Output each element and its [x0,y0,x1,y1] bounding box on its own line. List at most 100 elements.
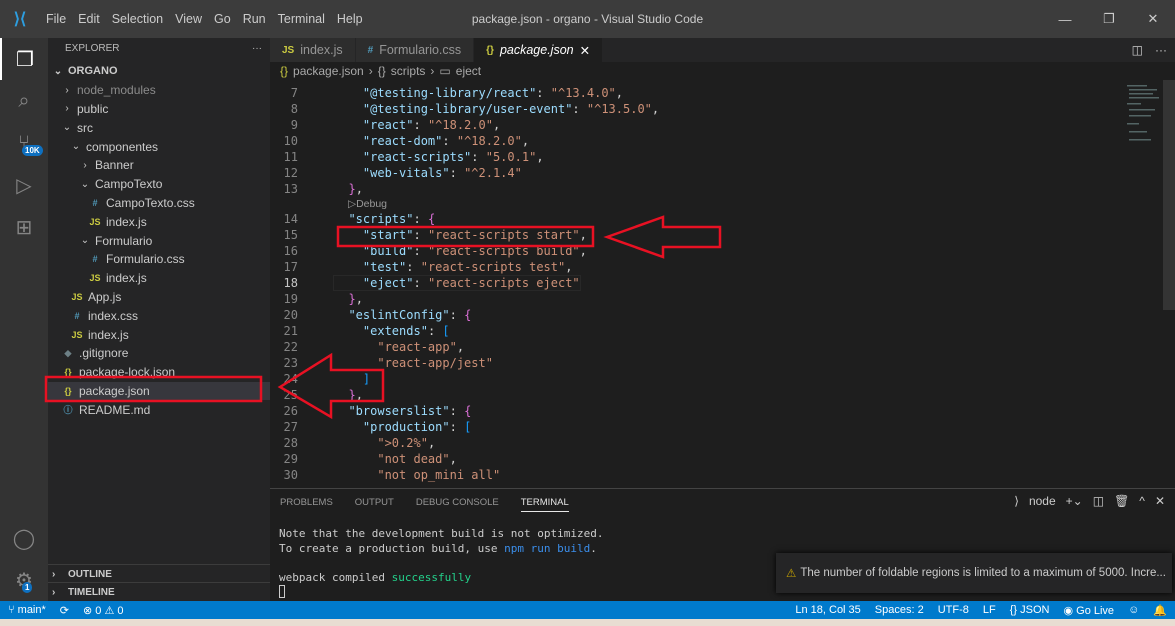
notifications-bell-icon[interactable]: 🔔 [1153,604,1167,617]
more-actions-button[interactable]: ··· [252,43,262,54]
cursor-position[interactable]: Ln 18, Col 35 [795,604,860,616]
menu-item-file[interactable]: File [40,12,72,26]
close-panel-icon[interactable]: ✕ [1155,494,1165,508]
line-number: 11 [283,150,298,164]
code-editor[interactable]: 7 "@testing-library/react": "^13.4.0", 8 … [270,85,1175,483]
new-terminal-icon[interactable]: +⌄ [1066,494,1083,508]
run-debug-icon[interactable]: ▷ [0,164,48,206]
source-control-icon[interactable]: ⑂ 10K [0,122,48,164]
minimap[interactable] [1125,83,1165,183]
maximize-button[interactable]: ❐ [1087,0,1131,38]
vertical-scrollbar[interactable] [1163,80,1175,310]
css-file-icon: # [92,197,98,208]
menu-item-go[interactable]: Go [208,12,237,26]
chevron-right-icon: › [65,103,69,115]
code-token: , [579,244,587,258]
chevron-right-icon: › [430,64,435,78]
panel-tab-problems[interactable]: PROBLEMS [280,497,333,508]
panel-tab-output[interactable]: OUTPUT [355,497,394,508]
terminal-cursor [279,585,285,598]
search-icon[interactable]: ⌕ [0,80,48,122]
debug-codelens[interactable]: ▷ Debug [270,197,1175,211]
tree-item[interactable]: {} package-lock.json [48,363,270,382]
line-text: "not op_mini all" [334,468,500,482]
line-text: "react-dom": "^18.2.0", [334,134,529,148]
code-token: , [355,388,363,402]
tree-item[interactable]: ◆ .gitignore [48,344,270,363]
tree-item[interactable]: {} package.json [48,381,270,401]
notification-toast[interactable]: ⚠ The number of foldable regions is limit… [776,553,1172,593]
tree-item[interactable]: ⌄ componentes [48,137,270,156]
encoding[interactable]: UTF-8 [938,604,969,616]
split-editor-icon[interactable]: ◫ [1132,43,1143,57]
tree-item[interactable]: ⌄ CampoTexto [48,175,270,194]
more-icon[interactable]: ··· [1155,43,1167,57]
menu-item-run[interactable]: Run [237,12,272,26]
tree-item[interactable]: # Formulario.css [48,250,270,269]
line-text: ">0.2%", [334,436,435,450]
tree-item[interactable]: JS App.js [48,288,270,307]
go-live-button[interactable]: ◉ Go Live [1063,604,1114,617]
sync-icon[interactable]: ⟳ [60,604,69,617]
menu-item-selection[interactable]: Selection [106,12,169,26]
maximize-panel-icon[interactable]: ^ [1139,494,1145,508]
code-token: "react-dom" [362,134,443,148]
split-terminal-icon[interactable]: ◫ [1093,494,1104,508]
object-icon: {} [377,64,386,78]
menu-item-edit[interactable]: Edit [72,12,106,26]
timeline-section[interactable]: › TIMELINE [48,582,270,601]
tree-item[interactable]: JS index.js [48,325,270,344]
tree-item[interactable]: › node_modules [48,81,270,100]
code-token: , [565,260,573,274]
indentation[interactable]: Spaces: 2 [875,604,924,616]
code-line: 18 "eject": "react-scripts eject" [270,275,1175,291]
outline-section[interactable]: › OUTLINE [48,564,270,583]
tree-item[interactable]: ⓘ README.md [48,400,270,419]
problems-indicator[interactable]: ⊗ 0 ⚠ 0 [83,604,124,617]
breadcrumb-scripts[interactable]: scripts [391,64,426,78]
settings-gear-icon[interactable]: ⚙ 1 [0,559,48,601]
end-of-line[interactable]: LF [983,604,996,616]
account-icon[interactable]: ◯ [0,517,48,559]
close-tab-icon[interactable]: ✕ [580,43,590,58]
extensions-icon[interactable]: ⊞ [0,206,48,248]
tree-item[interactable]: # index.css [48,306,270,325]
code-token: , [355,182,363,196]
tab-label: index.js [300,43,343,57]
breadcrumb-file[interactable]: package.json [293,64,364,78]
chevron-down-icon: ⌄ [80,235,90,247]
trash-icon[interactable]: 🗑 [1114,494,1129,508]
tree-item[interactable]: JS index.js [48,269,270,288]
panel-tab-terminal[interactable]: TERMINAL [520,497,569,512]
terminal-shell-select[interactable]: node [1029,494,1056,508]
editor-area: JS index.js # Formulario.css {} package.json ✕… [270,38,1175,488]
branch-indicator[interactable]: ⑂ main* [8,604,46,616]
menu-item-help[interactable]: Help [331,12,369,26]
tab-index-js[interactable]: JS index.js [270,38,356,62]
language-mode[interactable]: {} JSON [1010,604,1050,616]
tree-item[interactable]: # CampoTexto.css [48,194,270,213]
code-token: "^18.2.0" [427,118,493,132]
code-token: : [572,102,587,116]
tab-formulario-css[interactable]: # Formulario.css [355,38,475,62]
tree-item[interactable]: JS index.js [48,212,270,231]
terminal-command-link[interactable]: npm run build [504,542,590,555]
tree-item[interactable]: ⌄ Formulario [48,231,270,250]
tab-package-json[interactable]: {} package.json ✕ [474,38,604,62]
explorer-icon[interactable]: ❐ [0,38,48,80]
tree-item[interactable]: ⌄ src [48,118,270,137]
workspace-root[interactable]: ⌄ ORGANO [48,62,270,81]
breadcrumb-eject[interactable]: eject [456,64,481,78]
code-token: "^13.5.0" [586,102,652,116]
feedback-icon[interactable]: ☺ [1128,604,1139,616]
menu-item-terminal[interactable]: Terminal [272,12,331,26]
minimize-button[interactable]: — [1043,0,1087,38]
menu-item-view[interactable]: View [169,12,208,26]
close-window-button[interactable]: ✕ [1131,0,1175,38]
line-number: 15 [283,228,298,242]
tree-item[interactable]: › Banner [48,156,270,175]
terminal-output[interactable]: Note that the development build is not o… [279,527,604,598]
panel-tab-debug-console[interactable]: DEBUG CONSOLE [416,497,499,508]
css-file-icon: # [74,310,80,321]
tree-item[interactable]: › public [48,100,270,119]
